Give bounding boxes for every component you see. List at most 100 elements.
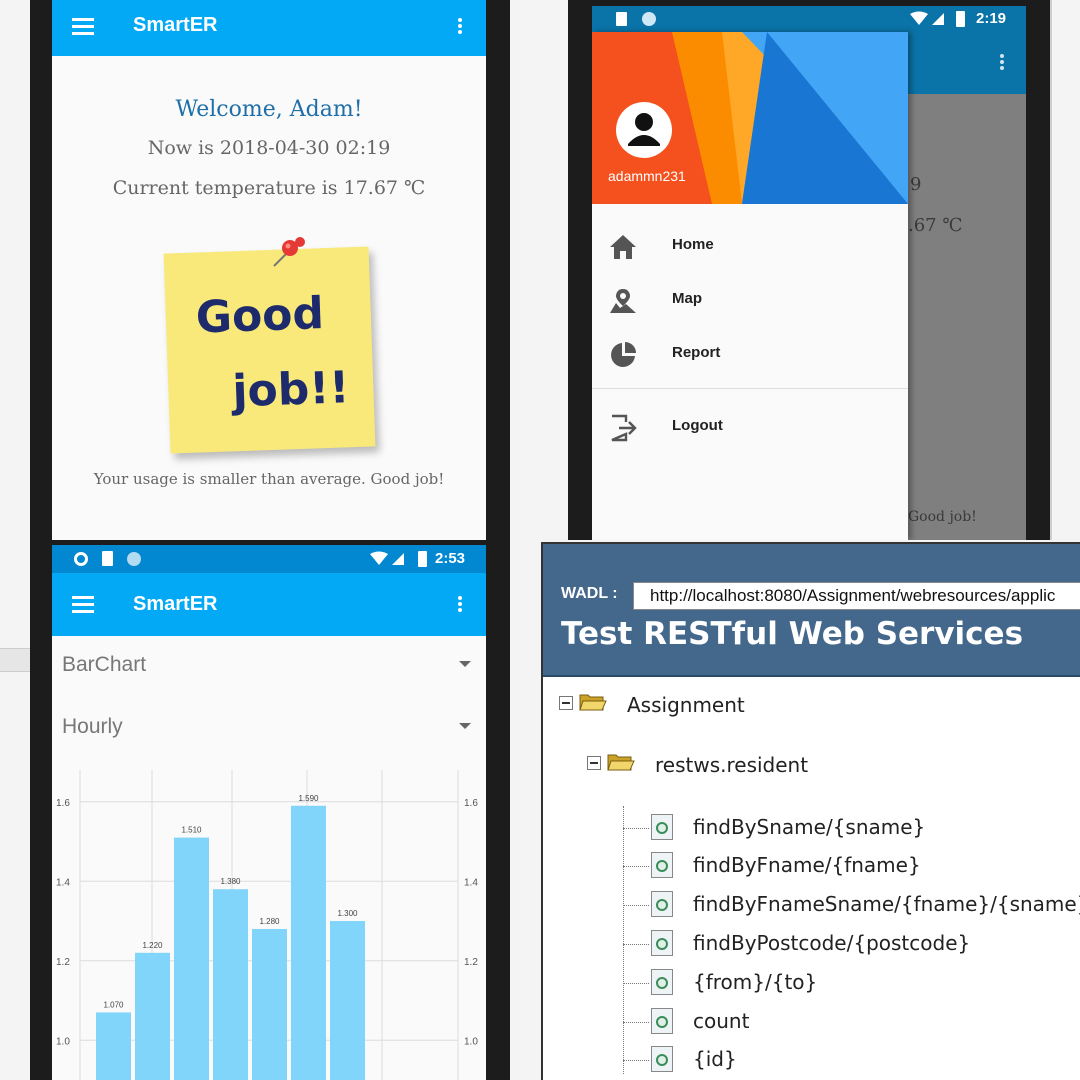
temperature-text: Current temperature is 17.67 ℃	[112, 177, 426, 199]
method-label: findBySname/{sname}	[693, 815, 926, 839]
overflow-menu-icon[interactable]	[458, 596, 462, 612]
bar-chart: 1.0 1.0 1.2 1.2 1.4 1.4 1.6 1.6 1.070 1.220 1.510 1…	[56, 770, 478, 1080]
note-line-2: job!!	[231, 362, 351, 418]
tree-connector	[623, 806, 624, 1074]
y-tick-label-left: 1.6	[56, 798, 70, 809]
bar-value-label: 1.510	[181, 826, 202, 835]
method-label: {from}/{to}	[693, 970, 818, 994]
bar	[252, 928, 287, 1080]
method-label: {id}	[693, 1047, 737, 1071]
status-time: 2:53	[435, 550, 466, 567]
logout-icon	[611, 414, 637, 442]
open-folder-icon	[579, 694, 607, 711]
bar	[96, 1012, 131, 1080]
report-screen: 2:53 SmartER BarChart Hourly 1.0 1.0 1.2 1.…	[52, 545, 486, 1080]
app-title: SmartER	[133, 593, 218, 615]
overflow-menu-icon[interactable]	[1000, 54, 1004, 70]
y-tick-label-right: 1.6	[464, 798, 478, 809]
drawer-item-label: Map	[672, 290, 702, 307]
note-line-1: Good	[194, 288, 325, 344]
page-title: Test RESTful Web Services	[561, 616, 1024, 652]
notification-dot-icon	[642, 12, 656, 26]
method-icon	[651, 1046, 673, 1072]
app-title: SmartER	[133, 14, 218, 36]
avatar-icon[interactable]	[616, 102, 672, 158]
bar-value-label: 1.280	[259, 917, 280, 926]
pie-chart-icon	[611, 342, 636, 367]
y-tick-label-right: 1.0	[464, 1036, 478, 1047]
overflow-menu-icon[interactable]	[458, 18, 462, 34]
method-icon	[651, 891, 673, 917]
phone-bezel-right-left	[568, 0, 592, 540]
y-tick-label-right: 1.2	[464, 957, 478, 968]
chart-type-value: BarChart	[62, 653, 147, 676]
wadl-header: WADL : http://localhost:8080/Assignment/…	[543, 544, 1080, 677]
wadl-url-input[interactable]: http://localhost:8080/Assignment/webreso…	[633, 582, 1080, 610]
bar	[291, 805, 326, 1080]
method-label: findByPostcode/{postcode}	[693, 931, 971, 955]
sd-card-icon	[616, 12, 627, 26]
home-screen: SmartER Welcome, Adam! Now is 2018-04-30…	[52, 0, 486, 540]
wadl-test-page: WADL : http://localhost:8080/Assignment/…	[541, 542, 1080, 1080]
home-icon	[610, 235, 636, 259]
battery-icon	[956, 11, 965, 27]
wadl-label: WADL :	[561, 585, 618, 602]
background-window-fragment	[0, 648, 30, 672]
background-text-fragment: Good job!	[908, 509, 977, 525]
method-icon	[651, 969, 673, 995]
drawer-username: adammn231	[608, 168, 686, 184]
bar-value-label: 1.300	[337, 909, 358, 918]
frame-edge	[1050, 0, 1052, 540]
method-icon	[651, 930, 673, 956]
interval-dropdown[interactable]: Hourly	[62, 707, 477, 747]
bar	[330, 921, 365, 1080]
usage-message: Your usage is smaller than average. Good…	[93, 470, 445, 488]
chart-type-dropdown[interactable]: BarChart	[62, 645, 477, 685]
method-label: count	[693, 1009, 750, 1033]
y-tick-label-left: 1.4	[56, 877, 70, 888]
push-pin-icon	[273, 237, 305, 267]
dropdown-arrow-icon	[459, 723, 471, 729]
bar-value-label: 1.380	[220, 877, 241, 886]
dropdown-arrow-icon	[459, 661, 471, 667]
method-icon	[651, 1008, 673, 1034]
sticky-note-image: Good job!!	[163, 246, 376, 454]
signal-wifi-icon	[370, 551, 404, 565]
drawer-item-label: Report	[672, 344, 721, 361]
tree-node-label: Assignment	[627, 693, 745, 717]
drawer-item-home[interactable]: Home	[592, 220, 908, 270]
bar-value-label: 1.220	[142, 941, 163, 950]
tree-node-label: restws.resident	[655, 753, 809, 777]
app-toolbar: SmartER	[52, 0, 486, 56]
bar	[213, 889, 248, 1080]
y-tick-label-left: 1.2	[56, 957, 70, 968]
app-toolbar: SmartER	[52, 573, 486, 636]
bar	[135, 952, 170, 1080]
status-time: 2:19	[976, 10, 1007, 27]
y-tick-label-left: 1.0	[56, 1036, 70, 1047]
sd-card-icon	[102, 551, 113, 566]
collapse-toggle-icon[interactable]	[587, 756, 601, 770]
screenshot-collage: SmartER Welcome, Adam! Now is 2018-04-30…	[0, 0, 1080, 1080]
drawer-item-logout[interactable]: Logout	[592, 401, 908, 451]
drawer-item-report[interactable]: Report	[592, 328, 908, 378]
drawer-item-map[interactable]: Map	[592, 274, 908, 324]
navigation-drawer: adammn231 Home Map Report Logout	[592, 32, 908, 540]
collapse-toggle-icon[interactable]	[559, 696, 573, 710]
battery-icon	[418, 551, 427, 567]
bar-value-label: 1.070	[103, 1000, 124, 1009]
welcome-text: Welcome, Adam!	[175, 97, 363, 122]
drawer-item-label: Logout	[672, 417, 723, 434]
phone-bezel-right-right	[1026, 0, 1050, 540]
drawer-divider	[592, 388, 908, 389]
bar-value-label: 1.590	[298, 794, 319, 803]
method-label: findByFname/{fname}	[693, 853, 921, 877]
settings-icon	[74, 552, 88, 566]
hamburger-menu-icon[interactable]	[72, 596, 94, 613]
bar	[174, 837, 209, 1080]
hamburger-menu-icon[interactable]	[72, 18, 94, 35]
drawer-item-label: Home	[672, 236, 714, 253]
drawer-screen: 2:19 9 .67 ℃ Good job! adammn231 Home Ma…	[592, 6, 1026, 540]
status-bar: 2:19	[592, 6, 1026, 32]
method-label: findByFnameSname/{fname}/{sname}	[693, 892, 1080, 916]
